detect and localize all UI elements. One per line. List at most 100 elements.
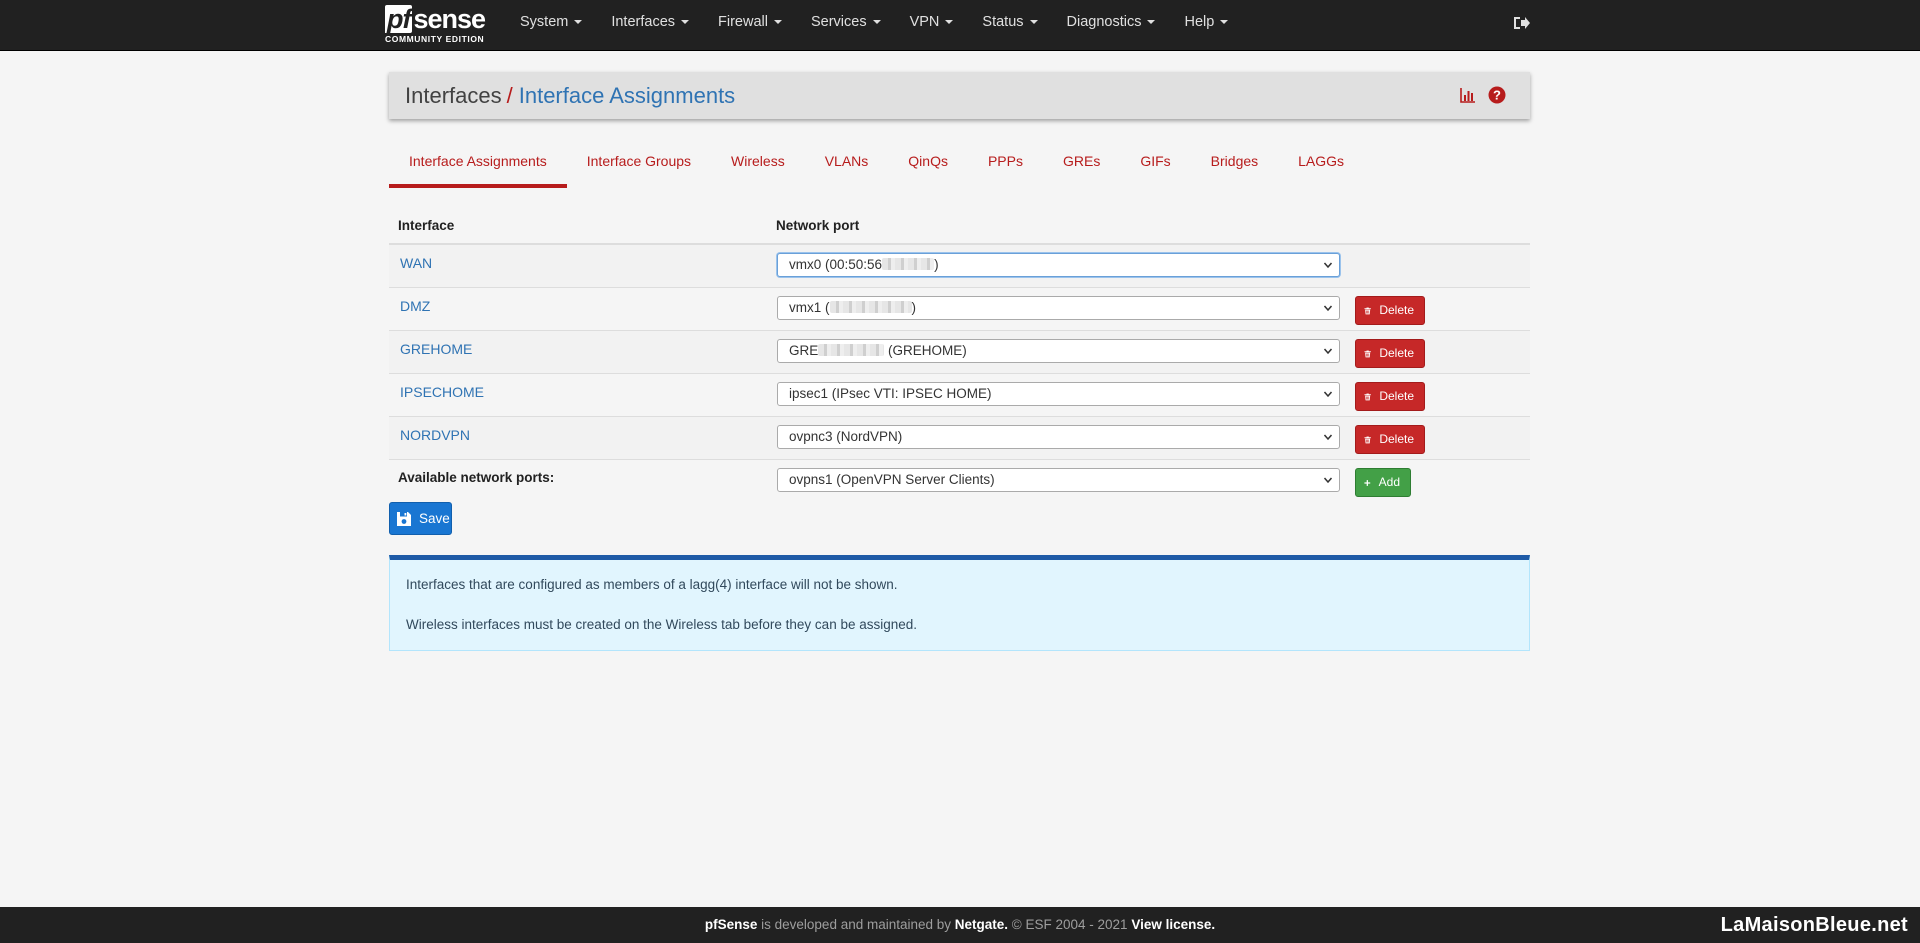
tab-interface-assignments[interactable]: Interface Assignments xyxy=(389,148,567,188)
footer-company-link[interactable]: Netgate. xyxy=(955,917,1008,932)
add-button-label: Add xyxy=(1378,475,1400,489)
available-ports-select[interactable]: ovpns1 (OpenVPN Server Clients) xyxy=(777,468,1340,492)
top-navbar: pf sense COMMUNITY EDITION System Interfa… xyxy=(0,0,1920,51)
info-line-wireless: Wireless interfaces must be created on t… xyxy=(406,617,918,632)
redacted-text xyxy=(882,258,935,270)
table-row: DMZ vmx1 () Delete xyxy=(389,288,1530,331)
delete-button-label: Delete xyxy=(1379,346,1414,360)
breadcrumb-parent[interactable]: Interfaces xyxy=(405,83,502,108)
delete-button-grehome[interactable]: Delete xyxy=(1355,339,1425,368)
redacted-text xyxy=(818,344,885,356)
trash-icon xyxy=(1364,350,1371,357)
breadcrumb-current[interactable]: Interface Assignments xyxy=(519,83,735,108)
select-value: ipsec1 (IPsec VTI: IPSEC HOME) xyxy=(789,386,992,401)
interface-link-nordvpn[interactable]: NORDVPN xyxy=(400,427,470,443)
network-port-select-grehome[interactable]: GRE (GREHOME) xyxy=(777,339,1340,363)
interface-link-wan[interactable]: WAN xyxy=(400,255,432,271)
chevron-down-icon xyxy=(1324,477,1332,484)
menu-services[interactable]: Services xyxy=(795,0,894,51)
footer-brand: pfSense xyxy=(704,917,758,932)
delete-button-dmz[interactable]: Delete xyxy=(1355,296,1425,325)
header-icons: ? xyxy=(1459,86,1506,104)
network-port-select-nordvpn[interactable]: ovpnc3 (NordVPN) xyxy=(777,425,1340,449)
watermark: LaMaisonBleue.net xyxy=(1720,914,1908,936)
breadcrumb-separator: / xyxy=(506,83,513,108)
chevron-down-icon xyxy=(1324,262,1332,269)
select-value-suffix: ) xyxy=(934,257,939,272)
caret-down-icon xyxy=(773,20,782,25)
select-value: GRE xyxy=(789,343,819,358)
trash-icon xyxy=(1364,307,1371,314)
tab-wireless[interactable]: Wireless xyxy=(711,148,805,188)
delete-button-label: Delete xyxy=(1379,389,1414,403)
caret-down-icon xyxy=(1029,20,1038,25)
chart-icon[interactable] xyxy=(1459,86,1477,104)
tab-bridges[interactable]: Bridges xyxy=(1191,148,1278,188)
menu-help[interactable]: Help xyxy=(1168,0,1241,51)
page-header: Interfaces / Interface Assignments ? xyxy=(389,72,1530,119)
caret-down-icon xyxy=(681,20,690,25)
network-port-select-wan[interactable]: vmx0 (00:50:56) xyxy=(777,253,1340,277)
logout-icon[interactable] xyxy=(1512,14,1530,32)
interface-link-dmz[interactable]: DMZ xyxy=(400,298,430,314)
save-button[interactable]: Save xyxy=(389,502,452,535)
select-value-suffix: ) xyxy=(911,300,917,315)
help-icon[interactable]: ? xyxy=(1488,86,1506,104)
caret-down-icon xyxy=(945,20,954,25)
table-row: IPSECHOME ipsec1 (IPsec VTI: IPSEC HOME)… xyxy=(389,374,1530,417)
chevron-down-icon xyxy=(1324,348,1332,355)
plus-icon xyxy=(1364,479,1371,486)
column-header-interface: Interface xyxy=(398,218,455,233)
delete-button-nordvpn[interactable]: Delete xyxy=(1355,425,1425,454)
logo-subtitle: COMMUNITY EDITION xyxy=(385,34,485,44)
info-line-lagg: Interfaces that are configured as member… xyxy=(406,577,898,592)
trash-icon xyxy=(1364,436,1371,443)
menu-interfaces[interactable]: Interfaces xyxy=(595,0,702,51)
chevron-down-icon xyxy=(1324,391,1332,398)
interface-link-grehome[interactable]: GREHOME xyxy=(400,341,472,357)
available-ports-label: Available network ports: xyxy=(398,470,555,485)
caret-down-icon xyxy=(574,20,583,25)
menu-status[interactable]: Status xyxy=(966,0,1050,51)
menu-diagnostics[interactable]: Diagnostics xyxy=(1051,0,1169,51)
select-value: ovpns1 (OpenVPN Server Clients) xyxy=(789,472,995,487)
tab-ppps[interactable]: PPPs xyxy=(968,148,1043,188)
tab-bar: Interface Assignments Interface Groups W… xyxy=(389,148,1364,188)
footer: pfSense is developed and maintained by N… xyxy=(0,907,1920,943)
caret-down-icon xyxy=(872,20,881,25)
table-header: Interface Network port xyxy=(389,210,1530,245)
delete-button-label: Delete xyxy=(1379,303,1414,317)
redacted-text xyxy=(829,301,912,313)
column-header-network-port: Network port xyxy=(776,218,860,233)
tab-qinqs[interactable]: QinQs xyxy=(888,148,968,188)
pfsense-logo[interactable]: pf sense COMMUNITY EDITION xyxy=(385,5,493,47)
menu-firewall[interactable]: Firewall xyxy=(702,0,795,51)
select-value: ovpnc3 (NordVPN) xyxy=(789,429,903,444)
interface-link-ipsechome[interactable]: IPSECHOME xyxy=(400,384,484,400)
tab-laggs[interactable]: LAGGs xyxy=(1278,148,1364,188)
network-port-select-ipsechome[interactable]: ipsec1 (IPsec VTI: IPSEC HOME) xyxy=(777,382,1340,406)
caret-down-icon xyxy=(1220,20,1229,25)
add-button[interactable]: Add xyxy=(1355,468,1411,497)
footer-copyright: © ESF 2004 - 2021 xyxy=(1008,917,1132,932)
main-menu: System Interfaces Firewall Services VPN … xyxy=(504,0,1241,51)
table-row: WAN vmx0 (00:50:56) xyxy=(389,245,1530,288)
menu-system[interactable]: System xyxy=(504,0,595,51)
view-license-link[interactable]: View license. xyxy=(1131,917,1215,932)
breadcrumb: Interfaces / Interface Assignments xyxy=(405,83,735,109)
tab-interface-groups[interactable]: Interface Groups xyxy=(567,148,711,188)
delete-button-ipsechome[interactable]: Delete xyxy=(1355,382,1425,411)
trash-icon xyxy=(1364,393,1371,400)
tab-gifs[interactable]: GIFs xyxy=(1120,148,1190,188)
assignments-table: Interface Network port WAN vmx0 (00:50:5… xyxy=(389,210,1530,503)
info-alert: Interfaces that are configured as member… xyxy=(389,555,1530,651)
chevron-down-icon xyxy=(1324,434,1332,441)
select-value-suffix: (GREHOME) xyxy=(884,343,967,358)
network-port-select-dmz[interactable]: vmx1 () xyxy=(777,296,1340,320)
tab-vlans[interactable]: VLANs xyxy=(805,148,889,188)
save-icon xyxy=(397,511,411,526)
available-ports-row: Available network ports: ovpns1 (OpenVPN… xyxy=(389,460,1530,503)
menu-vpn[interactable]: VPN xyxy=(894,0,967,51)
logo-wordmark: pf sense xyxy=(385,4,486,34)
tab-gres[interactable]: GREs xyxy=(1043,148,1120,188)
